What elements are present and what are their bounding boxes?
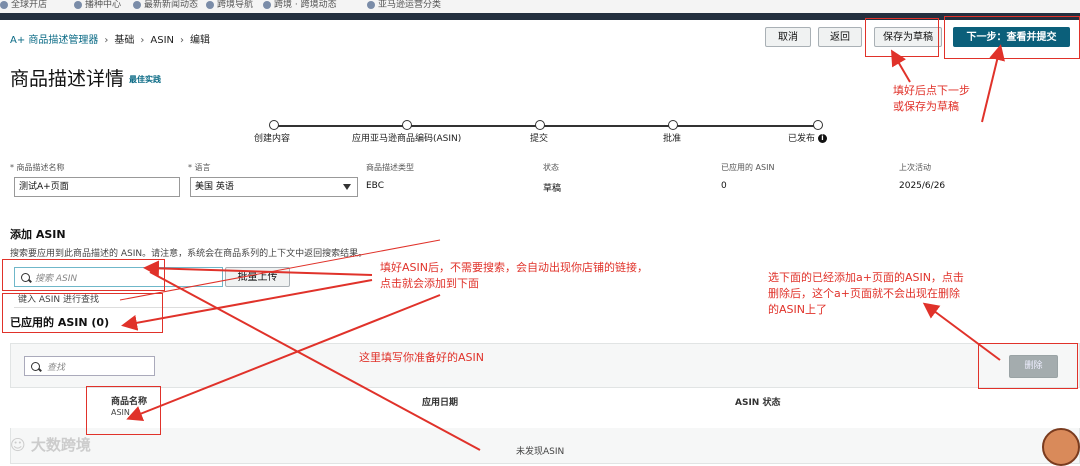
annotation-arrows — [119, 44, 1005, 451]
note-asin: 填好ASIN后，不需要搜索，会自动出现你店铺的链接， 点击就会添加到下面 — [380, 261, 648, 290]
watermark-icon: ☺ — [10, 436, 26, 454]
arrow-to-next — [981, 44, 1005, 123]
mascot-icon — [1042, 428, 1080, 466]
watermark-logo: ☺ 大数跨境 — [10, 436, 91, 454]
note-delete: 选下面的已经添加a+页面的ASIN，点击 删除后，这个a+页面就不会出现在删除 … — [768, 271, 964, 316]
note-next: 填好后点下一步 或保存为草稿 — [893, 84, 970, 113]
arrow-to-applied — [121, 279, 373, 331]
arrow-to-save — [890, 49, 911, 83]
note-fill: 这里填写你准备好的ASIN — [359, 351, 484, 364]
